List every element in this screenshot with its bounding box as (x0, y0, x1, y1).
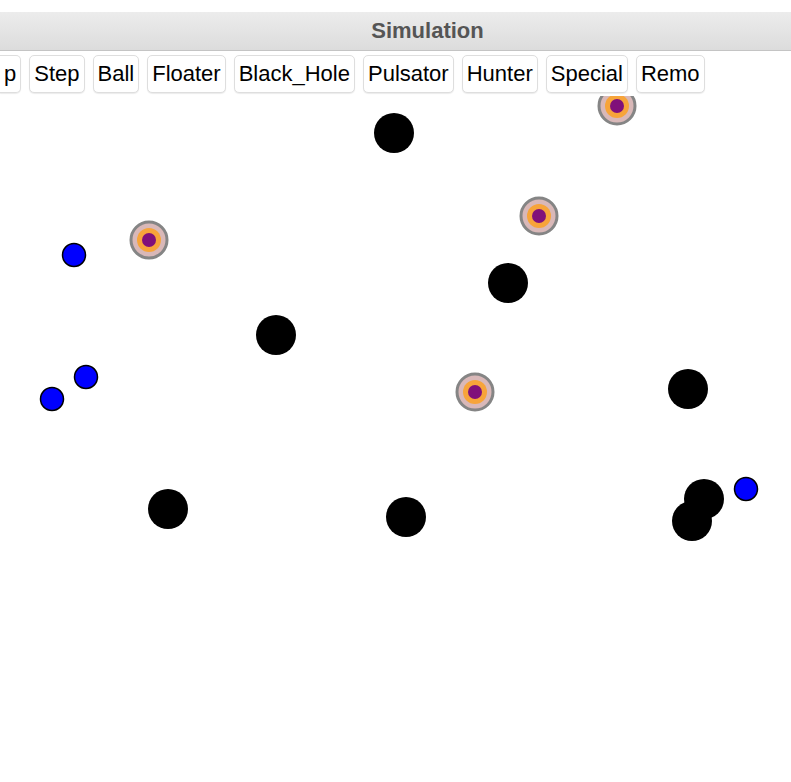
toolbar-button[interactable]: Ball (93, 55, 140, 93)
toolbar: pStepBallFloaterBlack_HolePulsatorHunter… (0, 51, 791, 96)
black-hole[interactable] (488, 263, 528, 303)
ball[interactable] (735, 478, 758, 501)
ball[interactable] (63, 244, 86, 267)
toolbar-button[interactable]: Pulsator (363, 55, 454, 93)
simulation-window: Simulation pStepBallFloaterBlack_HolePuls… (0, 0, 791, 782)
toolbar-button[interactable]: Black_Hole (234, 55, 355, 93)
toolbar-button[interactable]: Floater (147, 55, 225, 93)
pulsator[interactable] (131, 222, 167, 258)
pulsator[interactable] (521, 198, 557, 234)
canvas-drawing (0, 90, 791, 775)
toolbar-button[interactable]: Special (546, 55, 628, 93)
toolbar-button[interactable]: Hunter (462, 55, 538, 93)
black-hole[interactable] (148, 489, 188, 529)
ball[interactable] (75, 366, 98, 389)
toolbar-button[interactable]: Step (29, 55, 84, 93)
black-hole[interactable] (256, 315, 296, 355)
pulsator[interactable] (457, 374, 493, 410)
window-title: Simulation (371, 18, 483, 44)
black-hole[interactable] (386, 497, 426, 537)
toolbar-button[interactable]: Remo (636, 55, 705, 93)
black-hole[interactable] (374, 113, 414, 153)
black-hole[interactable] (668, 369, 708, 409)
black-hole[interactable] (672, 501, 712, 541)
title-bar: Simulation (0, 12, 791, 51)
pulsator[interactable] (599, 90, 635, 124)
simulation-canvas[interactable] (0, 90, 791, 782)
toolbar-button[interactable]: p (0, 55, 21, 93)
ball[interactable] (41, 388, 64, 411)
